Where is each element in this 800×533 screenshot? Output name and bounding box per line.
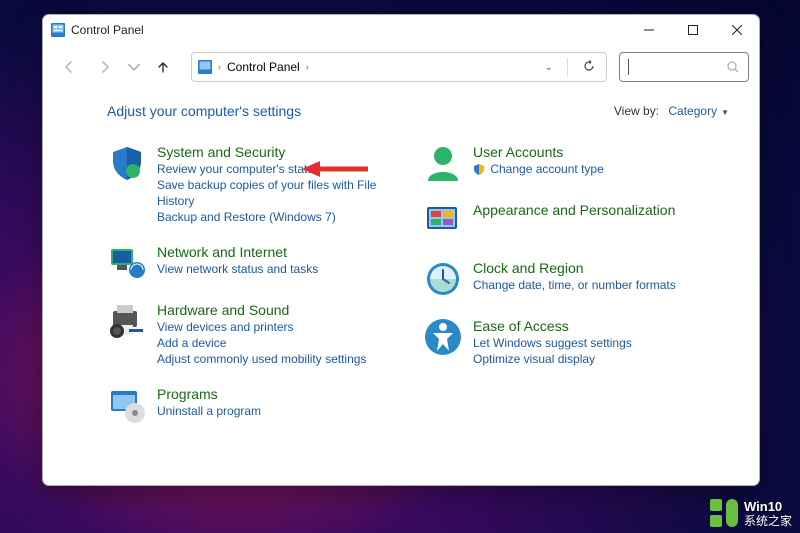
refresh-button[interactable] bbox=[578, 59, 600, 76]
category-network: Network and Internet View network status… bbox=[107, 243, 413, 283]
crumb-control-panel[interactable]: Control Panel bbox=[227, 60, 300, 74]
category-link[interactable]: Uninstall a program bbox=[157, 403, 261, 419]
category-title[interactable]: Ease of Access bbox=[473, 317, 632, 335]
watermark: Win10 系统之家 bbox=[710, 499, 792, 529]
category-user-accounts: User Accounts Change account type bbox=[423, 143, 729, 183]
recent-locations-button[interactable] bbox=[125, 51, 143, 83]
category-link[interactable]: Change date, time, or number formats bbox=[473, 277, 676, 293]
chevron-down-icon: ▼ bbox=[721, 108, 729, 117]
category-column-right: User Accounts Change account type Appear… bbox=[423, 143, 729, 443]
category-appearance: Appearance and Personalization bbox=[423, 201, 729, 241]
chevron-icon[interactable]: › bbox=[304, 62, 311, 72]
close-button[interactable] bbox=[715, 15, 759, 45]
titlebar: Control Panel bbox=[43, 15, 759, 45]
category-link[interactable]: Add a device bbox=[157, 335, 366, 351]
forward-button[interactable] bbox=[89, 51, 121, 83]
category-link[interactable]: View devices and printers bbox=[157, 319, 366, 335]
minimize-button[interactable] bbox=[627, 15, 671, 45]
category-title[interactable]: Appearance and Personalization bbox=[473, 201, 675, 219]
view-by-label: View by: bbox=[614, 104, 659, 118]
category-title[interactable]: System and Security bbox=[157, 143, 413, 161]
category-link[interactable]: Adjust commonly used mobility settings bbox=[157, 351, 366, 367]
watermark-line2: 系统之家 bbox=[744, 514, 792, 528]
up-button[interactable] bbox=[147, 51, 179, 83]
category-link[interactable]: Optimize visual display bbox=[473, 351, 632, 367]
clock-icon bbox=[423, 259, 463, 299]
window-title: Control Panel bbox=[71, 23, 627, 37]
printer-icon bbox=[107, 301, 147, 341]
uac-shield-icon bbox=[473, 163, 485, 175]
control-panel-icon bbox=[51, 23, 65, 37]
category-title[interactable]: Hardware and Sound bbox=[157, 301, 366, 319]
category-column-left: System and Security Review your computer… bbox=[107, 143, 413, 443]
chevron-icon[interactable]: › bbox=[216, 62, 223, 72]
category-title[interactable]: Clock and Region bbox=[473, 259, 676, 277]
category-title[interactable]: User Accounts bbox=[473, 143, 604, 161]
breadcrumb-dropdown-button[interactable]: ⌄ bbox=[541, 62, 557, 73]
control-panel-icon bbox=[198, 60, 212, 74]
category-link[interactable]: Save backup copies of your files with Fi… bbox=[157, 177, 413, 209]
window: Control Panel › Control bbox=[42, 14, 760, 486]
navbar: › Control Panel › ⌄ bbox=[43, 45, 759, 89]
text-caret bbox=[628, 59, 629, 75]
category-programs: Programs Uninstall a program bbox=[107, 385, 413, 425]
category-link[interactable]: Review your computer's status bbox=[157, 161, 413, 177]
watermark-logo bbox=[710, 499, 740, 529]
category-system-security: System and Security Review your computer… bbox=[107, 143, 413, 225]
view-by-mode-button[interactable]: Category▼ bbox=[668, 104, 729, 118]
category-link[interactable]: Backup and Restore (Windows 7) bbox=[157, 209, 413, 225]
programs-icon bbox=[107, 385, 147, 425]
shield-icon bbox=[107, 143, 147, 183]
category-title[interactable]: Network and Internet bbox=[157, 243, 318, 261]
page-heading: Adjust your computer's settings bbox=[107, 103, 301, 119]
category-link[interactable]: Change account type bbox=[473, 161, 604, 177]
breadcrumb[interactable]: › Control Panel › ⌄ bbox=[191, 52, 607, 82]
ease-of-access-icon bbox=[423, 317, 463, 357]
view-by-control: View by: Category▼ bbox=[614, 104, 729, 118]
maximize-button[interactable] bbox=[671, 15, 715, 45]
category-clock: Clock and Region Change date, time, or n… bbox=[423, 259, 729, 299]
back-button[interactable] bbox=[53, 51, 85, 83]
search-icon bbox=[726, 60, 740, 74]
content-area: Adjust your computer's settings View by:… bbox=[43, 89, 759, 485]
network-icon bbox=[107, 243, 147, 283]
user-icon bbox=[423, 143, 463, 183]
watermark-line1: Win10 bbox=[744, 500, 792, 514]
category-ease-of-access: Ease of Access Let Windows suggest setti… bbox=[423, 317, 729, 367]
divider bbox=[567, 58, 568, 76]
category-link[interactable]: Let Windows suggest settings bbox=[473, 335, 632, 351]
category-title[interactable]: Programs bbox=[157, 385, 261, 403]
appearance-icon bbox=[423, 201, 463, 241]
search-input[interactable] bbox=[619, 52, 749, 82]
category-link[interactable]: View network status and tasks bbox=[157, 261, 318, 277]
category-hardware: Hardware and Sound View devices and prin… bbox=[107, 301, 413, 367]
